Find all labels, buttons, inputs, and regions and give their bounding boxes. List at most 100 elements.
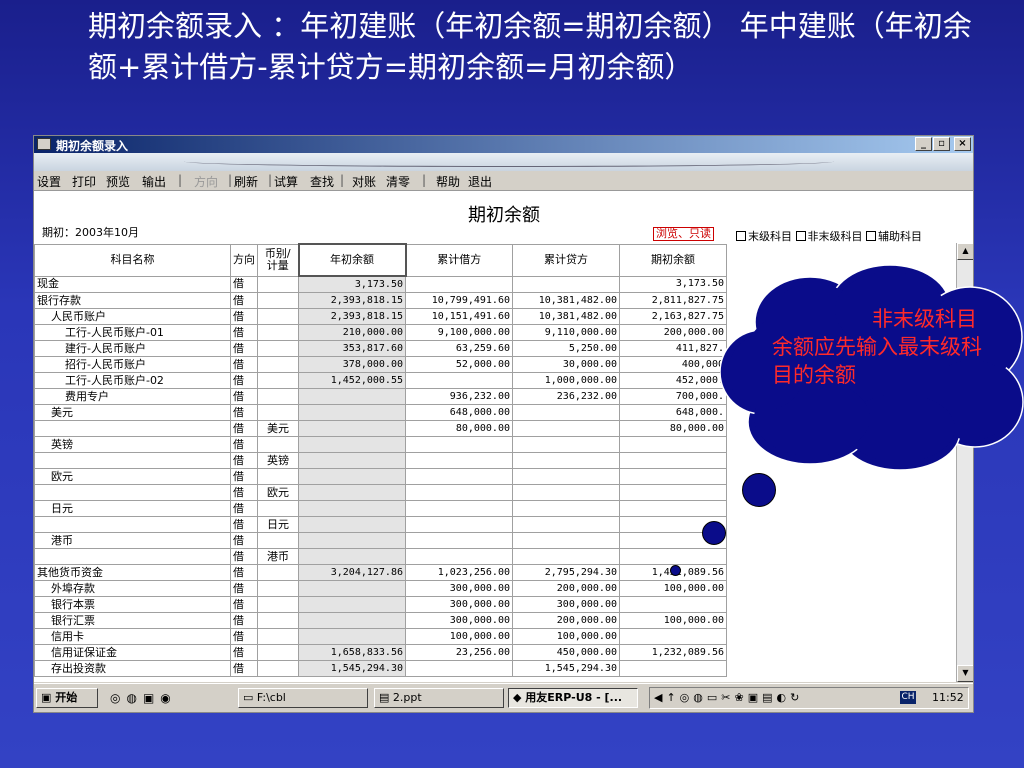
table-row[interactable]: 外埠存款借 300,000.00 200,000.00 100,000.00 (34, 580, 727, 597)
cell-o[interactable]: 1,232,089.56 (619, 644, 727, 661)
cell-dir[interactable]: 借 (230, 468, 258, 485)
menu-item[interactable]: 试算 (274, 173, 298, 190)
table-row[interactable]: 借欧元 (34, 484, 727, 501)
menu-item[interactable]: 帮助 (436, 173, 460, 190)
col-header[interactable]: 币别/计量 (257, 243, 299, 277)
cell-d[interactable]: 1,023,256.00 (405, 564, 513, 581)
cell-d[interactable] (405, 516, 513, 533)
cell-name[interactable]: 现金 (34, 275, 231, 293)
cell-cur[interactable] (257, 644, 299, 661)
cell-d[interactable]: 100,000.00 (405, 628, 513, 645)
cell-dir[interactable]: 借 (230, 340, 258, 357)
cell-d[interactable]: 9,100,000.00 (405, 324, 513, 341)
menu-item[interactable]: 打印 (72, 173, 96, 190)
table-row[interactable]: 借日元 (34, 516, 727, 533)
cell-y[interactable] (298, 516, 406, 533)
cell-d[interactable] (405, 452, 513, 469)
menu-item[interactable]: 对账 (352, 173, 376, 190)
cell-cur[interactable] (257, 468, 299, 485)
cell-name[interactable] (34, 484, 231, 501)
cell-y[interactable]: 210,000.00 (298, 324, 406, 341)
cell-d[interactable]: 300,000.00 (405, 580, 513, 597)
cell-y[interactable] (298, 468, 406, 485)
cell-c[interactable]: 10,381,482.00 (512, 292, 620, 309)
cell-cur[interactable] (257, 612, 299, 629)
cell-o[interactable]: 2,811,827.75 (619, 292, 727, 309)
cell-c[interactable] (512, 275, 620, 293)
table-row[interactable]: 日元借 (34, 500, 727, 517)
cell-name[interactable]: 工行-人民币账户-01 (34, 324, 231, 341)
cell-dir[interactable]: 借 (230, 356, 258, 373)
maximize-button[interactable]: ▫ (933, 137, 950, 151)
cell-o[interactable] (619, 596, 727, 613)
cell-c[interactable]: 236,232.00 (512, 388, 620, 405)
cell-d[interactable] (405, 484, 513, 501)
cell-o[interactable]: 700,000. (619, 388, 727, 405)
cell-c[interactable]: 2,795,294.30 (512, 564, 620, 581)
cell-y[interactable] (298, 628, 406, 645)
cell-name[interactable]: 欧元 (34, 468, 231, 485)
cell-o[interactable] (619, 484, 727, 501)
col-header[interactable]: 累计贷方 (512, 243, 620, 277)
cell-name[interactable]: 银行汇票 (34, 612, 231, 629)
cell-cur[interactable]: 欧元 (257, 484, 299, 501)
table-row[interactable]: 现金借 3,173.50 3,173.50 (34, 275, 727, 293)
cell-cur[interactable] (257, 564, 299, 581)
cell-c[interactable] (512, 468, 620, 485)
cell-c[interactable]: 1,545,294.30 (512, 660, 620, 677)
cell-dir[interactable]: 借 (230, 404, 258, 421)
cell-o[interactable] (619, 628, 727, 645)
cell-dir[interactable]: 借 (230, 596, 258, 613)
cell-d[interactable]: 936,232.00 (405, 388, 513, 405)
cell-y[interactable]: 353,817.60 (298, 340, 406, 357)
cell-dir[interactable]: 借 (230, 452, 258, 469)
cell-cur[interactable] (257, 404, 299, 421)
cell-c[interactable]: 10,381,482.00 (512, 308, 620, 325)
cell-name[interactable]: 其他货币资金 (34, 564, 231, 581)
cell-d[interactable] (405, 500, 513, 517)
cell-c[interactable] (512, 452, 620, 469)
cell-name[interactable]: 费用专户 (34, 388, 231, 405)
cell-dir[interactable]: 借 (230, 532, 258, 549)
cell-cur[interactable] (257, 580, 299, 597)
menu-item[interactable]: 查找 (310, 173, 334, 190)
cell-d[interactable] (405, 548, 513, 565)
cell-name[interactable]: 港币 (34, 532, 231, 549)
cell-dir[interactable]: 借 (230, 644, 258, 661)
task-folder[interactable]: ▭ F:\cbl (238, 688, 368, 708)
cell-cur[interactable] (257, 275, 299, 293)
cell-dir[interactable]: 借 (230, 612, 258, 629)
cell-d[interactable]: 80,000.00 (405, 420, 513, 437)
window-titlebar[interactable]: 期初余额录入 _ ▫ × (34, 136, 973, 153)
table-row[interactable]: 其他货币资金借 3,204,127.86 1,023,256.00 2,795,294… (34, 564, 727, 581)
cell-c[interactable] (512, 516, 620, 533)
cell-o[interactable]: 3,173.50 (619, 275, 727, 293)
cell-o[interactable]: 100,000.00 (619, 580, 727, 597)
cell-o[interactable]: 200,000.00 (619, 324, 727, 341)
cell-y[interactable]: 2,393,818.15 (298, 292, 406, 309)
cell-c[interactable]: 30,000.00 (512, 356, 620, 373)
menu-item[interactable]: 输出 (142, 173, 166, 190)
cell-d[interactable]: 10,799,491.60 (405, 292, 513, 309)
cell-o[interactable] (619, 660, 727, 677)
cell-name[interactable] (34, 548, 231, 565)
cell-c[interactable] (512, 436, 620, 453)
cell-cur[interactable] (257, 532, 299, 549)
cell-c[interactable]: 300,000.00 (512, 596, 620, 613)
cell-o[interactable]: 80,000.00 (619, 420, 727, 437)
cell-o[interactable]: 648,000. (619, 404, 727, 421)
cell-y[interactable] (298, 612, 406, 629)
cell-dir[interactable]: 借 (230, 308, 258, 325)
table-row[interactable]: 英镑借 (34, 436, 727, 453)
table-row[interactable]: 美元借 648,000.00 648,000. (34, 404, 727, 421)
cell-y[interactable]: 3,173.50 (298, 275, 406, 293)
col-header[interactable]: 期初余额 (619, 243, 727, 277)
scroll-down-icon[interactable]: ▼ (957, 665, 973, 682)
cell-y[interactable] (298, 404, 406, 421)
cell-cur[interactable] (257, 596, 299, 613)
cell-c[interactable]: 9,110,000.00 (512, 324, 620, 341)
cell-dir[interactable]: 借 (230, 420, 258, 437)
cell-c[interactable] (512, 548, 620, 565)
menu-item[interactable]: 退出 (468, 173, 492, 190)
cell-cur[interactable] (257, 436, 299, 453)
